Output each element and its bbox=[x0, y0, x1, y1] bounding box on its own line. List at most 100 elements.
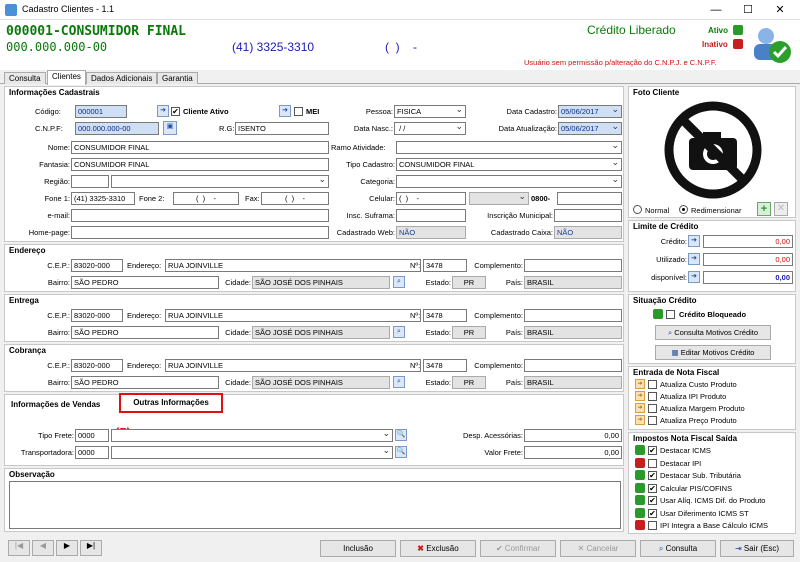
entrada-checkbox[interactable] bbox=[648, 404, 657, 413]
ativo-checkbox[interactable]: ✔ bbox=[171, 107, 180, 116]
imposto-checkbox[interactable]: ✔ bbox=[648, 496, 657, 505]
tab-outras-informacoes[interactable]: Outras Informações bbox=[119, 393, 223, 413]
validate-icon[interactable]: ▣ bbox=[163, 121, 177, 135]
arrow-right-icon[interactable]: ➔ bbox=[635, 415, 645, 425]
no-photo-icon[interactable] bbox=[663, 100, 763, 200]
imposto-checkbox[interactable]: ✔ bbox=[648, 471, 657, 480]
incluir-button[interactable]: Inclusão bbox=[320, 540, 396, 557]
arrow-right-icon[interactable]: ➔ bbox=[279, 105, 291, 117]
tab-dados-adicionais[interactable]: Dados Adicionais bbox=[86, 72, 158, 84]
cancelar-button[interactable]: ✕ Cancelar bbox=[560, 540, 636, 557]
pessoa-select[interactable]: FISICA bbox=[394, 105, 466, 118]
arrow-right-icon[interactable]: ➔ bbox=[157, 105, 169, 117]
bairro-field[interactable]: SÃO PEDRO bbox=[71, 376, 219, 389]
nasc-field[interactable]: / / bbox=[394, 122, 466, 135]
search-icon[interactable]: 🔍 bbox=[395, 446, 407, 458]
excluir-button[interactable]: ✖ Exclusão bbox=[400, 540, 476, 557]
fax-field[interactable]: ( ) - bbox=[261, 192, 329, 205]
arrow-right-icon[interactable]: ➔ bbox=[688, 235, 700, 247]
email-field[interactable] bbox=[71, 209, 329, 222]
numero-field[interactable]: 3478 bbox=[423, 259, 467, 272]
remove-photo-icon[interactable]: ✕ bbox=[774, 202, 788, 216]
entrada-checkbox[interactable] bbox=[648, 416, 657, 425]
sair-button[interactable]: ⇥ Sair (Esc) bbox=[720, 540, 794, 557]
tab-clientes[interactable]: Clientes bbox=[47, 70, 86, 85]
editar-motivos-button[interactable]: ▦ Editar Motivos Crédito bbox=[655, 345, 771, 360]
imposto-checkbox[interactable]: ✔ bbox=[648, 508, 657, 518]
tab-informacoes-vendas[interactable]: Informações de Vendas bbox=[11, 400, 100, 409]
transp-code[interactable]: 0000 bbox=[75, 446, 109, 459]
bairro-field[interactable]: SÃO PEDRO bbox=[71, 326, 219, 339]
imposto-checkbox[interactable] bbox=[648, 458, 657, 468]
nav-first-button[interactable]: |◀ bbox=[8, 540, 30, 556]
cep-field[interactable]: 83020-000 bbox=[71, 309, 123, 322]
regiao-select[interactable] bbox=[111, 175, 329, 188]
imposto-checkbox[interactable]: ✔ bbox=[648, 446, 657, 455]
fone2-field[interactable]: ( ) - bbox=[173, 192, 239, 205]
bairro-field[interactable]: SÃO PEDRO bbox=[71, 276, 219, 289]
n0800-field[interactable] bbox=[557, 192, 622, 205]
arrow-right-icon[interactable]: ➔ bbox=[635, 379, 645, 389]
credito-field[interactable]: 0,00 bbox=[703, 235, 793, 248]
entrada-checkbox[interactable] bbox=[648, 380, 657, 389]
frete-code[interactable]: 0000 bbox=[75, 429, 109, 442]
endereco-field[interactable]: RUA JOINVILLE bbox=[165, 259, 421, 272]
cep-field[interactable]: 83020-000 bbox=[71, 259, 123, 272]
confirmar-button[interactable]: ✔ Confirmar bbox=[480, 540, 556, 557]
close-button[interactable]: ✕ bbox=[768, 0, 792, 20]
nav-next-button[interactable]: ▶ bbox=[56, 540, 78, 556]
tipo-select[interactable]: CONSUMIDOR FINAL bbox=[396, 158, 622, 171]
codigo-field[interactable]: 000001 bbox=[75, 105, 127, 118]
rg-field[interactable]: ISENTO bbox=[235, 122, 329, 135]
categoria-select[interactable] bbox=[396, 175, 622, 188]
complemento-field[interactable] bbox=[524, 359, 622, 372]
transp-select[interactable] bbox=[111, 446, 393, 459]
arrow-right-icon[interactable]: ➔ bbox=[635, 391, 645, 401]
radio-normal[interactable] bbox=[633, 205, 642, 214]
search-icon[interactable]: ⌕ bbox=[393, 376, 405, 388]
frete-select[interactable] bbox=[111, 429, 393, 442]
obs-textarea[interactable] bbox=[9, 481, 621, 529]
consulta-motivos-button[interactable]: ⌕ Consulta Motivos Crédito bbox=[655, 325, 771, 340]
im-field[interactable] bbox=[554, 209, 622, 222]
dtat-field[interactable]: 05/06/2017 bbox=[558, 122, 622, 135]
arrow-right-icon[interactable]: ➔ bbox=[635, 403, 645, 413]
numero-field[interactable]: 3478 bbox=[423, 359, 467, 372]
entrada-checkbox[interactable] bbox=[648, 392, 657, 401]
endereco-field[interactable]: RUA JOINVILLE bbox=[165, 309, 421, 322]
fantasia-field[interactable]: CONSUMIDOR FINAL bbox=[71, 158, 329, 171]
endereco-field[interactable]: RUA JOINVILLE bbox=[165, 359, 421, 372]
operadora-select[interactable] bbox=[469, 192, 529, 205]
nome-field[interactable]: CONSUMIDOR FINAL bbox=[71, 141, 329, 154]
imposto-checkbox[interactable]: ✔ bbox=[648, 483, 657, 493]
cnpf-field[interactable]: 000.000.000-00 bbox=[75, 122, 159, 135]
imposto-checkbox[interactable] bbox=[648, 521, 657, 530]
mei-checkbox[interactable] bbox=[294, 107, 303, 116]
complemento-field[interactable] bbox=[524, 259, 622, 272]
bloqueado-checkbox[interactable] bbox=[666, 310, 675, 319]
vfrete-field[interactable]: 0,00 bbox=[524, 446, 622, 459]
dtcad-field[interactable]: 05/06/2017 bbox=[558, 105, 622, 118]
nav-last-button[interactable]: ▶| bbox=[80, 540, 102, 556]
celular-field[interactable]: ( ) - bbox=[396, 192, 466, 205]
desp-field[interactable]: 0,00 bbox=[524, 429, 622, 442]
complemento-field[interactable] bbox=[524, 309, 622, 322]
nav-prev-button[interactable]: ◀ bbox=[32, 540, 54, 556]
search-icon[interactable]: ⌕ bbox=[393, 326, 405, 338]
minimize-button[interactable]: — bbox=[704, 0, 728, 20]
homepage-field[interactable] bbox=[71, 226, 329, 239]
arrow-right-icon[interactable]: ➔ bbox=[688, 253, 700, 265]
consulta-button[interactable]: ⌕ Consulta bbox=[640, 540, 716, 557]
search-icon[interactable]: ⌕ bbox=[393, 276, 405, 288]
maximize-button[interactable]: ☐ bbox=[736, 0, 760, 20]
arrow-right-icon[interactable]: ➔ bbox=[688, 271, 700, 283]
numero-field[interactable]: 3478 bbox=[423, 309, 467, 322]
search-icon[interactable]: 🔍 bbox=[395, 429, 407, 441]
fone1-field[interactable]: (41) 3325-3310 bbox=[71, 192, 135, 205]
suframa-field[interactable] bbox=[396, 209, 466, 222]
tab-garantia[interactable]: Garantia bbox=[157, 72, 198, 84]
radio-redimensionar[interactable] bbox=[679, 205, 688, 214]
tab-consulta[interactable]: Consulta bbox=[4, 72, 46, 84]
add-photo-icon[interactable]: + bbox=[757, 202, 771, 216]
regiao-code[interactable] bbox=[71, 175, 109, 188]
